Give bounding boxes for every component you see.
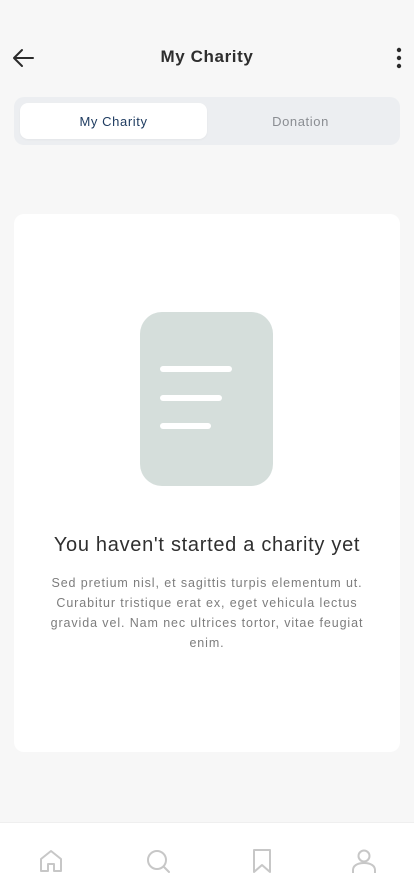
empty-state-title: You haven't started a charity yet xyxy=(53,534,361,556)
bottom-navigation xyxy=(0,822,414,896)
bookmark-icon xyxy=(253,849,271,873)
nav-search[interactable] xyxy=(142,845,174,877)
empty-state-description: Sed pretium nisl, et sagittis turpis ele… xyxy=(50,576,364,650)
tab-my-charity[interactable]: My Charity xyxy=(20,103,207,139)
nav-home[interactable] xyxy=(35,845,67,877)
tab-donation[interactable]: Donation xyxy=(207,103,394,139)
document-icon xyxy=(140,312,273,486)
nav-bookmark[interactable] xyxy=(246,845,278,877)
document-line xyxy=(160,423,211,429)
home-icon xyxy=(40,850,62,872)
search-icon xyxy=(147,850,170,873)
page-title: My Charity xyxy=(160,47,254,66)
segmented-tabs: My Charity Donation xyxy=(14,97,400,145)
document-line xyxy=(160,366,232,372)
app-header: My Charity xyxy=(0,36,414,80)
more-options-button[interactable] xyxy=(390,44,408,72)
nav-profile[interactable] xyxy=(348,845,380,877)
my-charity-screen: My Charity My Charity Donation You haven… xyxy=(0,0,414,896)
user-icon xyxy=(352,849,376,873)
document-line xyxy=(160,395,222,401)
empty-state-card: You haven't started a charity yet Sed pr… xyxy=(14,214,400,752)
more-vertical-icon xyxy=(396,47,402,69)
